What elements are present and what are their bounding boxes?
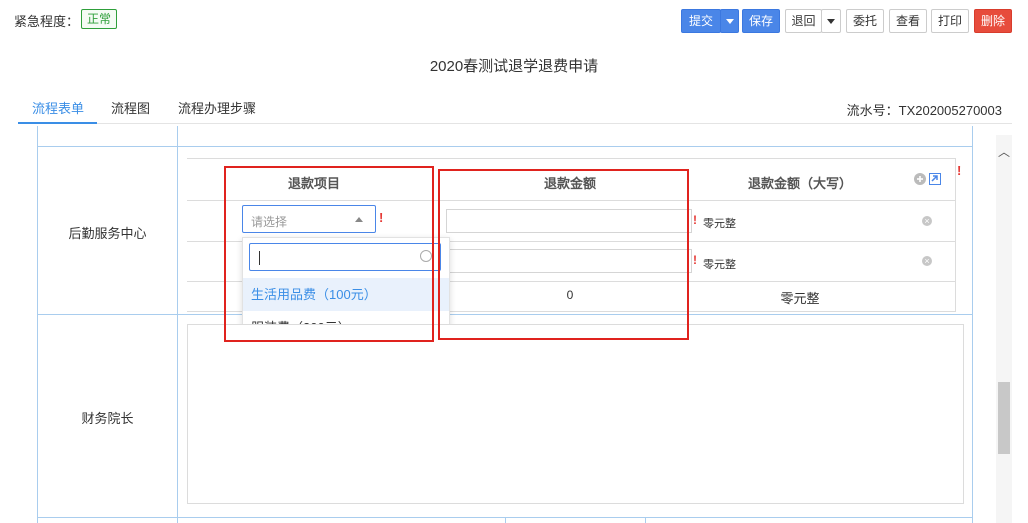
subtable-line xyxy=(955,158,956,312)
tabs-divider xyxy=(18,123,1012,124)
delete-row-icon[interactable]: × xyxy=(922,256,932,266)
import-icon[interactable] xyxy=(929,173,941,185)
required-icon: ! xyxy=(693,213,697,227)
delegate-button[interactable]: 委托 xyxy=(846,9,884,33)
tab-flowchart[interactable]: 流程图 xyxy=(111,98,150,117)
page-title: 2020春测试退学退费申请 xyxy=(429,58,599,75)
form-row-line xyxy=(37,146,973,147)
form-border-left xyxy=(37,126,38,523)
add-row-icon[interactable] xyxy=(914,173,926,185)
required-icon: ! xyxy=(957,163,962,178)
required-icon: ! xyxy=(693,253,697,267)
subtable-line xyxy=(187,158,955,159)
section-label-logistics: 后勤服务中心 xyxy=(68,226,147,241)
chevron-down-icon xyxy=(827,19,835,25)
form-col-line xyxy=(505,517,506,523)
finance-comment-textarea[interactable] xyxy=(187,324,964,504)
highlight-box-amount xyxy=(438,169,689,340)
active-tab-indicator xyxy=(18,122,97,124)
serial-number: 流水号：TX202005270003 xyxy=(846,103,1002,118)
tab-form[interactable]: 流程表单 xyxy=(32,98,84,117)
scrollbar[interactable] xyxy=(996,135,1012,523)
save-button[interactable]: 保存 xyxy=(742,9,780,33)
chevron-down-icon xyxy=(725,19,734,25)
form-border-right xyxy=(972,126,973,523)
highlight-box-item xyxy=(224,166,434,342)
tab-steps[interactable]: 流程办理步骤 xyxy=(178,98,256,117)
form-col-line xyxy=(645,517,646,523)
column-header-amount-upper: 退款金额（大写） xyxy=(747,176,852,191)
urgency-badge: 正常 xyxy=(81,9,117,29)
return-dropdown-button[interactable] xyxy=(821,9,841,33)
view-button[interactable]: 查看 xyxy=(889,9,927,33)
submit-button[interactable]: 提交 xyxy=(681,9,721,33)
return-button[interactable]: 退回 xyxy=(785,9,822,33)
scrollbar-thumb[interactable] xyxy=(998,382,1010,454)
urgency-label: 紧急程度： xyxy=(14,14,80,29)
delete-button[interactable]: 删除 xyxy=(974,9,1012,33)
delete-row-icon[interactable]: × xyxy=(922,216,932,226)
print-button[interactable]: 打印 xyxy=(931,9,969,33)
section-label-finance: 财务院长 xyxy=(81,411,134,426)
total-amount-upper: 零元整 xyxy=(780,291,820,306)
amount-upper-value: 零元整 xyxy=(703,259,736,271)
chevron-up-icon[interactable]: ︿ xyxy=(998,143,1010,160)
submit-dropdown-button[interactable] xyxy=(720,9,739,33)
form-border-mid xyxy=(177,126,178,523)
amount-upper-value: 零元整 xyxy=(703,218,736,230)
